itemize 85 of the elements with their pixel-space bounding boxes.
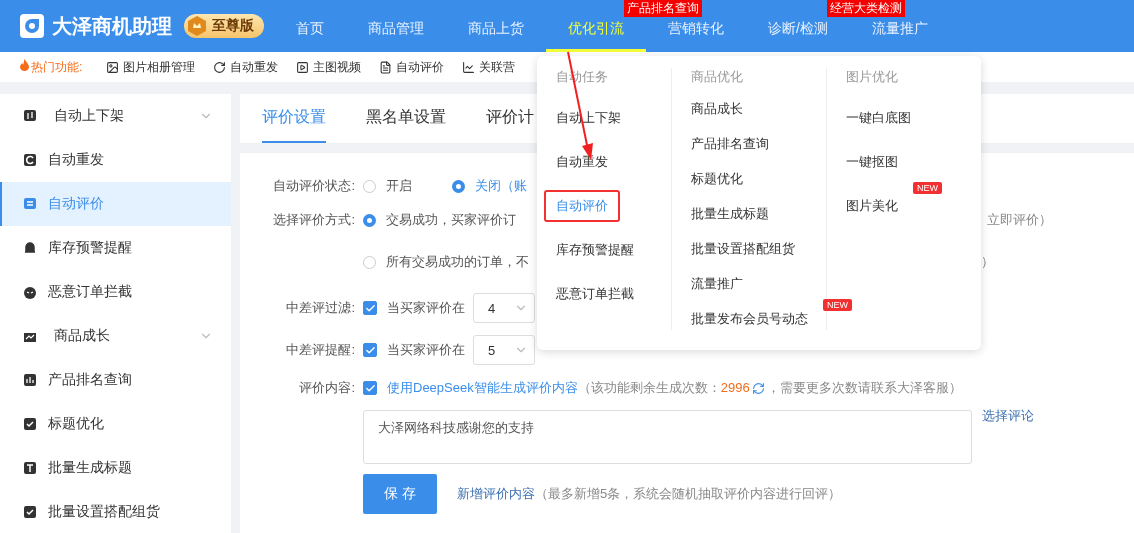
radio-button[interactable] (363, 179, 376, 193)
menu-item[interactable]: 产品排名查询 (679, 132, 781, 156)
sidebar-item[interactable]: 标题优化 (0, 402, 231, 446)
checkbox-icon (22, 416, 38, 432)
app-name: 大泽商机助理 (52, 13, 172, 39)
field-label: 自动评价状态: (272, 177, 355, 195)
usage-note: （该功能剩余生成次数：2996 (577, 379, 750, 397)
field-label: 选择评价方式: (272, 211, 355, 229)
radio-button[interactable] (363, 213, 376, 227)
sort-icon (22, 108, 38, 124)
choose-review-link[interactable]: 选择评论 (982, 407, 1034, 425)
tab[interactable]: 评价设置 (262, 94, 326, 143)
text-icon (22, 460, 38, 476)
menu-item[interactable]: 批量生成标题 (679, 202, 781, 226)
menu-item[interactable]: 恶意订单拦截 (544, 278, 646, 310)
bar-chart-icon (22, 372, 38, 388)
menu-item[interactable]: 自动重发 (544, 146, 620, 178)
bell-icon (22, 240, 38, 256)
flame-icon (20, 58, 29, 71)
add-review-hint: （最多新增5条，系统会随机抽取评价内容进行回评） (535, 485, 842, 503)
checkbox[interactable] (363, 343, 377, 357)
deepseek-link[interactable]: 使用DeepSeek智能生成评价内容 (387, 379, 578, 397)
menu-item[interactable]: 自动评价 (544, 190, 620, 222)
refresh-icon (213, 60, 227, 74)
hot-feature-link[interactable]: 自动重发 (213, 58, 279, 76)
logo-icon (20, 14, 44, 38)
radio-label: 开启 (386, 177, 412, 195)
menu-item[interactable]: 库存预警提醒 (544, 234, 646, 266)
sidebar-item[interactable]: 自动重发 (0, 138, 231, 182)
hot-feature-link[interactable]: 图片相册管理 (106, 58, 196, 76)
line-chart-icon (462, 60, 476, 74)
condition-text: 当买家评价在 (387, 341, 465, 359)
select-field[interactable]: 5 (473, 335, 535, 365)
checkbox-icon (22, 504, 38, 520)
hot-features-label: 热门功能: (20, 58, 83, 76)
checkbox[interactable] (363, 301, 377, 315)
sidebar-item[interactable]: 库存预警提醒 (0, 226, 231, 270)
cat-face-icon (22, 284, 38, 300)
sidebar-item[interactable]: 恶意订单拦截 (0, 270, 231, 314)
menu-item[interactable]: 标题优化 (679, 167, 755, 191)
select-field[interactable]: 4 (473, 293, 535, 323)
menu-item[interactable]: 流量推广 (679, 272, 755, 296)
document-icon (379, 60, 393, 74)
radio-label: 交易成功，买家评价订 (386, 211, 516, 229)
field-label: 中差评提醒: (285, 341, 355, 359)
edition-badge: 至尊版 (184, 14, 264, 38)
sidebar-item[interactable]: 批量设置搭配组货 (0, 490, 231, 533)
menu-item[interactable]: 一键抠图 (834, 146, 910, 178)
sidebar-item[interactable]: 自动上下架 (0, 94, 231, 138)
contact-note: ，需要更多次数请联系大泽客服） (766, 379, 962, 397)
menu-heading: 商品优化 (691, 68, 744, 86)
image-icon (106, 60, 120, 74)
radio-button[interactable] (452, 179, 465, 193)
sidebar-item[interactable]: 批量生成标题 (0, 446, 231, 490)
comment-icon (22, 196, 38, 212)
sidebar-item[interactable]: 产品排名查询 (0, 358, 231, 402)
field-label: 中差评过滤: (285, 299, 355, 317)
hot-feature-link[interactable]: 主图视频 (296, 58, 362, 76)
refresh-icon[interactable] (751, 381, 765, 395)
sidebar-item[interactable]: 商品成长 (0, 314, 231, 358)
option-note: 立即评价） (987, 211, 1052, 229)
menu-item[interactable]: 商品成长 (679, 98, 755, 121)
radio-button[interactable] (363, 255, 376, 269)
promo-badge: 产品排名查询 (624, 0, 702, 17)
option-note: ） (981, 253, 994, 271)
add-review-link[interactable]: 新增评价内容 (457, 485, 535, 503)
hot-feature-link[interactable]: 关联营 (462, 58, 516, 76)
field-label: 评价内容: (298, 379, 355, 397)
promo-badge: 经营大类检测 (827, 0, 906, 17)
menu-item[interactable]: 一键白底图 (834, 102, 923, 134)
checkbox[interactable] (363, 381, 377, 395)
hot-feature-link[interactable]: 自动评价 (379, 58, 445, 76)
video-icon (296, 60, 310, 74)
tab[interactable]: 评价计 (486, 94, 534, 143)
radio-label: 关闭（账 (475, 177, 527, 195)
new-badge: NEW (913, 182, 942, 194)
condition-text: 当买家评价在 (387, 299, 465, 317)
medal-icon (186, 15, 208, 37)
radio-label: 所有交易成功的订单，不 (386, 253, 529, 271)
new-badge: NEW (823, 299, 852, 312)
refresh-icon (22, 152, 38, 168)
menu-heading: 图片优化 (846, 68, 899, 86)
menu-item[interactable]: 批量设置搭配组货 (679, 237, 807, 261)
review-text-area[interactable]: 大泽网络科技感谢您的支持 (363, 410, 972, 464)
tab[interactable]: 黑名单设置 (366, 94, 446, 143)
